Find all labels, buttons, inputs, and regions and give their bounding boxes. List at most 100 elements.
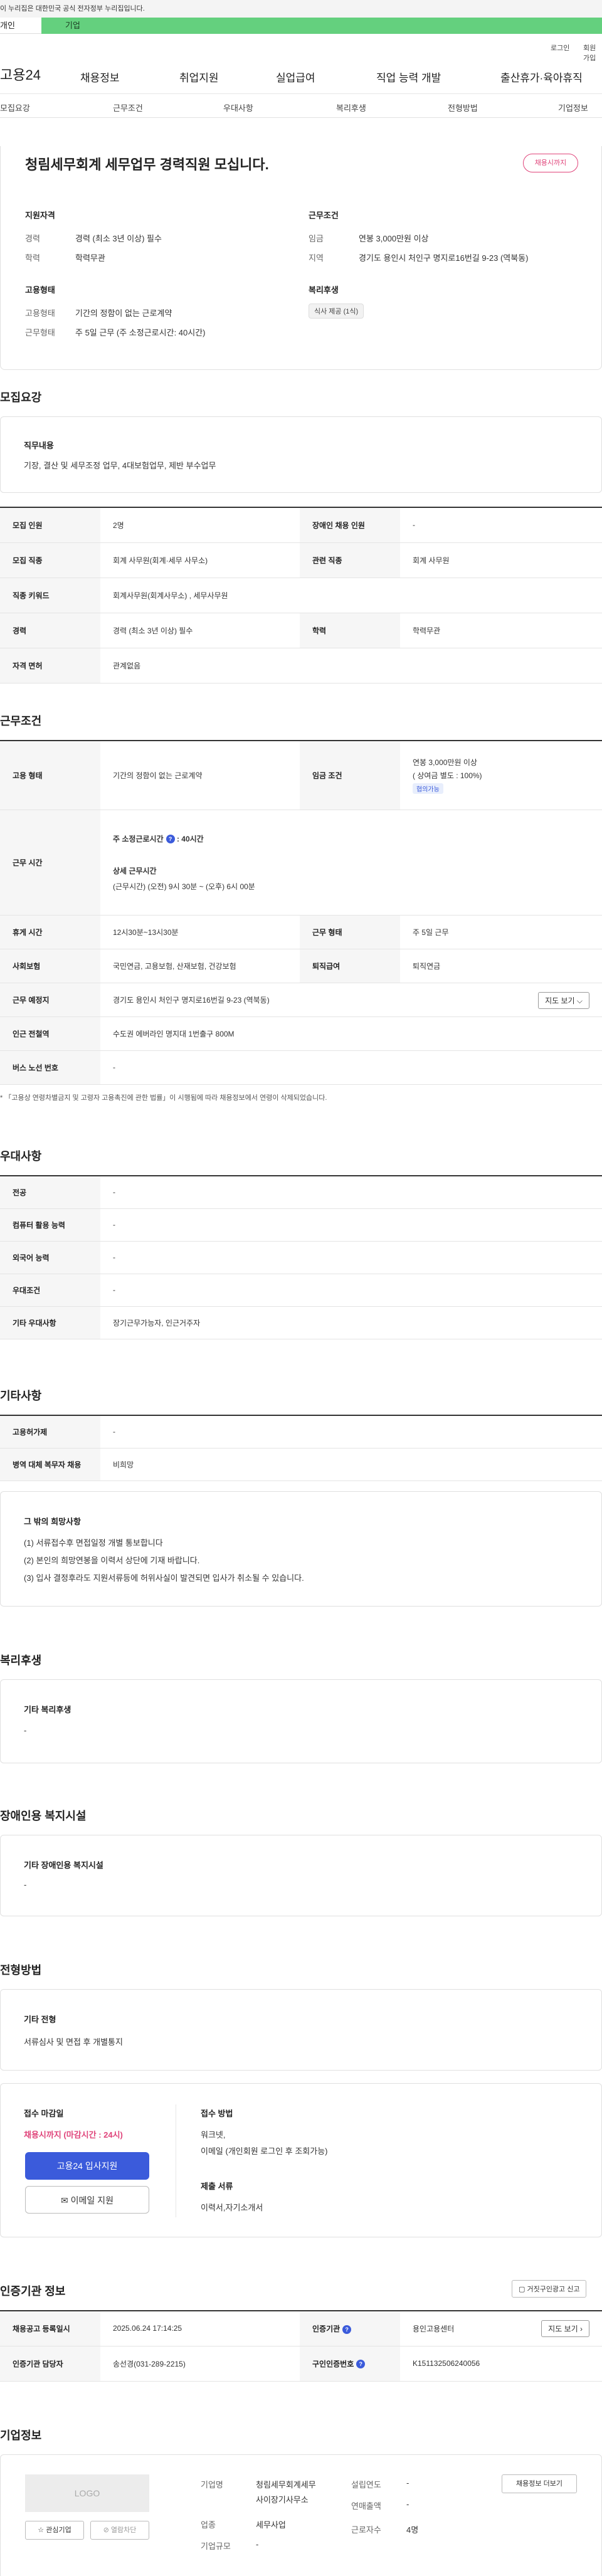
row-value: - xyxy=(400,507,602,543)
education-label: 학력 xyxy=(25,253,40,263)
table-row: 병역 대체 복무자 채용 비희망 xyxy=(0,1448,602,1481)
table-row: 근무 시간 주 소정근로시간? : 40시간 상세 근무시간 (근무시간) (오… xyxy=(0,810,602,916)
tab-selection[interactable]: 전형방법 xyxy=(448,102,478,113)
wishes-line-2: (2) 본인의 희망연봉을 이력서 상단에 기재 바랍니다. xyxy=(24,1556,200,1565)
conditions-table: 고용 형태 기간의 정함이 없는 근로계약 임금 조건 연봉 3,000만원 이… xyxy=(0,740,602,1085)
job-title: 청림세무회계 세무업무 경력직원 모십니다. xyxy=(25,157,269,172)
nav-job-info[interactable]: 채용정보 xyxy=(80,69,120,85)
map-button[interactable]: 지도 보기 ⌵ xyxy=(538,991,589,1009)
row-value: 관계없음 xyxy=(100,648,602,684)
welfare-box-heading: 기타 복리후생 xyxy=(24,1705,71,1714)
row-value: 기간의 정함이 없는 근로계약 xyxy=(100,741,300,810)
block-company-button[interactable]: ⊘ 열람차단 xyxy=(90,2521,149,2540)
nav-parental-leave[interactable]: 출산휴가·육아휴직 xyxy=(500,69,583,85)
location-cell: 경기도 용인시 처인구 명지로16번길 9-23 (역북동) 지도 보기 ⌵ xyxy=(100,983,602,1017)
row-value: 2명 xyxy=(100,507,300,543)
industry-label: 업종 xyxy=(201,2520,216,2530)
email-apply-button[interactable]: ✉ 이메일 지원 xyxy=(25,2186,149,2214)
table-row: 채용공고 등록일시 2025.06.24 17:14:25 인증기관? 용인고용… xyxy=(0,2311,602,2346)
wishes-heading: 그 밖의 희망사항 xyxy=(24,1517,81,1526)
row-label: 인근 전철역 xyxy=(0,1016,100,1051)
cert-map-button[interactable]: 지도 보기 › xyxy=(541,2320,589,2337)
sales-label: 연매출액 xyxy=(351,2501,381,2511)
region-label: 지역 xyxy=(309,253,324,263)
section-tabs: 모집요강 근무조건 우대사항 복리후생 전형방법 기업정보 xyxy=(0,94,602,118)
deadline-value: 채용시까지 (마감시간 : 24시) xyxy=(24,2130,123,2140)
info-icon[interactable]: ? xyxy=(166,835,175,844)
method-line-1: 워크넷, xyxy=(201,2130,226,2140)
duty-box xyxy=(0,416,602,493)
company-name-label: 기업명 xyxy=(201,2480,223,2489)
row-value: 경력 (최소 3년 이상) 필수 xyxy=(100,613,300,648)
tab-business[interactable]: 기업 xyxy=(41,18,602,34)
employees-value: 4명 xyxy=(406,2525,419,2535)
table-row: 기타 우대사항 장기근무가능자, 인근거주자 xyxy=(0,1306,602,1339)
utility-bar: 로그인 회원가입 xyxy=(0,34,602,62)
welfare-heading: 복리후생 xyxy=(309,285,339,295)
nav-job-training[interactable]: 직업 능력 개발 xyxy=(376,69,441,85)
apply-button[interactable]: 고용24 입사지원 xyxy=(25,2152,149,2180)
info-icon[interactable]: ? xyxy=(342,2325,352,2334)
row-value: 2025.06.24 17:14:25 xyxy=(100,2311,300,2346)
location-value: 경기도 용인시 처인구 명지로16번길 9-23 (역북동) xyxy=(113,995,270,1005)
row-label: 학력 xyxy=(300,613,400,648)
qualification-heading: 지원자격 xyxy=(25,211,55,220)
selection-box-value: 서류심사 및 면접 후 개별통지 xyxy=(24,2037,123,2047)
welfare-section-title: 복리후생 xyxy=(0,1654,42,1667)
row-value: - xyxy=(100,1274,602,1307)
duty-heading: 직무내용 xyxy=(24,441,54,450)
wage-value: 연봉 3,000만원 이상 xyxy=(359,234,429,243)
gov-banner: 이 누리집은 대한민국 공식 전자정부 누리집입니다. xyxy=(0,0,602,18)
row-label: 근무 시간 xyxy=(0,810,100,916)
row-label: 전공 xyxy=(0,1176,100,1209)
tab-welfare[interactable]: 복리후생 xyxy=(336,102,366,113)
star-icon: ☆ xyxy=(38,2526,46,2534)
report-ad-button[interactable]: ▢ 거짓구인광고 신고 xyxy=(512,2280,587,2298)
email-apply-label: 이메일 지원 xyxy=(70,2195,114,2205)
employment-heading: 고용형태 xyxy=(25,285,55,295)
tab-preference[interactable]: 우대사항 xyxy=(223,102,253,113)
table-row: 외국어 능력 - xyxy=(0,1241,602,1274)
tab-conditions[interactable]: 근무조건 xyxy=(113,102,143,113)
block-label: 열람차단 xyxy=(110,2526,137,2534)
wishes-line-3: (3) 입사 결정후라도 지원서류등에 허위사실이 발견되면 입사가 취소될 수… xyxy=(24,1573,304,1583)
tab-personal[interactable]: 개인 xyxy=(0,18,41,34)
age-law-note: * 「고용상 연령차별금지 및 고령자 고용촉진에 관한 법률」이 시행됨에 따… xyxy=(0,1094,327,1102)
row-value: - xyxy=(100,1241,602,1274)
work-form-label: 근무형태 xyxy=(25,328,55,337)
row-value: 송선경(031-289-2215) xyxy=(100,2346,300,2382)
nav-employment-support[interactable]: 취업지원 xyxy=(179,69,219,85)
method-line-2: 이메일 (개인회원 로그인 후 조회가능) xyxy=(201,2146,328,2156)
row-label: 우대조건 xyxy=(0,1274,100,1307)
conditions-heading: 근무조건 xyxy=(309,211,339,220)
row-label: 기타 우대사항 xyxy=(0,1306,100,1339)
row-value: - xyxy=(100,1208,602,1242)
hours-detail-title: 상세 근무시간 xyxy=(113,866,157,875)
interest-label: 관심기업 xyxy=(46,2526,71,2534)
wage-amount: 연봉 3,000만원 이상 xyxy=(413,757,477,767)
site-logo[interactable]: 고용24 xyxy=(0,64,41,84)
nav-unemployment-benefit[interactable]: 실업급여 xyxy=(276,69,315,85)
size-label: 기업규모 xyxy=(201,2542,231,2551)
cert-table: 채용공고 등록일시 2025.06.24 17:14:25 인증기관? 용인고용… xyxy=(0,2310,602,2382)
block-icon: ⊘ xyxy=(103,2526,111,2534)
duty-text: 기장, 결산 및 세무조정 업무, 4대보험업무, 제반 부수업무 xyxy=(24,461,216,470)
login-link[interactable]: 로그인 xyxy=(551,43,569,53)
row-label: 휴게 시간 xyxy=(0,915,100,949)
info-icon[interactable]: ? xyxy=(356,2360,366,2369)
company-section-title: 기업정보 xyxy=(0,2429,42,2442)
welfare-tag: 식사 제공 (1식) xyxy=(309,304,364,319)
recruit-info-button[interactable]: 채용정보 더보기 xyxy=(502,2474,577,2493)
sales-value: - xyxy=(406,2499,409,2509)
row-label: 장애인 채용 인원 xyxy=(300,507,400,543)
row-value: - xyxy=(100,1415,602,1449)
deadline-heading: 접수 마감일 xyxy=(24,2109,64,2118)
table-row: 휴게 시간 12시30분~13시30분 근무 형태 주 5일 근무 xyxy=(0,915,602,949)
row-label: 관련 직종 xyxy=(300,542,400,578)
interest-company-button[interactable]: ☆ 관심기업 xyxy=(25,2521,84,2540)
row-value: - xyxy=(100,1050,602,1085)
tab-company[interactable]: 기업정보 xyxy=(558,102,588,113)
docs-value: 이력서,자기소개서 xyxy=(201,2203,263,2212)
row-value: - xyxy=(100,1176,602,1209)
tab-recruit[interactable]: 모집요강 xyxy=(0,102,30,113)
